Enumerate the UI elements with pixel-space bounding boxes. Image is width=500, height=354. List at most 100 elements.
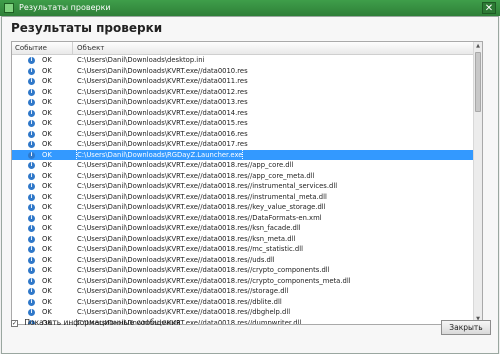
scan-results-window: Результаты проверки ✕ Результаты проверк… [0, 0, 500, 354]
table-row[interactable]: i OK C:\Users\Danil\Downloads\KVRT.exe//da… [12, 244, 474, 255]
row-object-path: C:\Users\Danil\Downloads\KVRT.exe//data0… [77, 308, 291, 316]
row-status: OK [42, 213, 52, 222]
row-object-path: C:\Users\Danil\Downloads\KVRT.exe//data0… [77, 108, 248, 117]
info-icon: i [28, 183, 35, 190]
table-row[interactable]: i OK C:\Users\Danil\Downloads\KVRT.exe//da… [12, 171, 474, 182]
table-row[interactable]: i OK C:\Users\Danil\Downloads\KVRT.exe//da… [12, 192, 474, 203]
row-status: OK [42, 182, 52, 190]
table-row[interactable]: i OK C:\Users\Danil\Downloads\KVRT.exe//da… [12, 223, 474, 234]
row-status: OK [42, 150, 52, 159]
row-status: OK [42, 255, 52, 264]
page-title: Результаты проверки [11, 21, 163, 35]
row-object-path: C:\Users\Danil\Downloads\KVRT.exe//data0… [77, 266, 330, 274]
info-icon: i [28, 309, 35, 316]
info-icon: i [28, 172, 35, 180]
column-header-event[interactable]: Событие [15, 42, 73, 54]
info-icon: i [28, 193, 35, 201]
table-row[interactable]: i OK C:\Users\Danil\Downloads\KVRT.exe//da… [12, 286, 474, 297]
table-row[interactable]: i OK C:\Users\Danil\Downloads\KVRT.exe//da… [12, 202, 474, 213]
row-object-path: C:\Users\Danil\Downloads\KVRT.exe//data0… [77, 213, 322, 222]
row-object-path: C:\Users\Danil\Downloads\KVRT.exe//data0… [77, 66, 248, 75]
results-list[interactable]: Событие Объект i OK C:\Users\Danil\Downloa… [11, 41, 483, 325]
info-icon: i [28, 246, 35, 253]
table-row[interactable]: i OK C:\Users\Danil\Downloads\KVRT.exe//da… [12, 139, 474, 150]
info-icon: i [28, 141, 35, 148]
row-status: OK [42, 129, 52, 138]
row-object-path: C:\Users\Danil\Downloads\KVRT.exe//data0… [77, 171, 315, 180]
table-row[interactable]: i OK C:\Users\Danil\Downloads\KVRT.exe//da… [12, 160, 474, 171]
info-icon: i [28, 120, 35, 127]
table-row[interactable]: i OK C:\Users\Danil\Downloads\KVRT.exe//da… [12, 76, 474, 87]
table-row[interactable]: i OK C:\Users\Danil\Downloads\KVRT.exe//da… [12, 181, 474, 192]
scroll-thumb[interactable] [475, 52, 481, 112]
show-info-messages-option[interactable]: ✓ Показать информационные сообщения [11, 318, 180, 327]
info-icon: i [28, 162, 35, 169]
row-status: OK [42, 161, 52, 169]
row-status: OK [42, 287, 52, 295]
info-icon: i [28, 99, 35, 106]
table-row[interactable]: i OK C:\Users\Danil\Downloads\KVRT.exe//da… [12, 213, 474, 224]
row-status: OK [42, 245, 52, 253]
row-object-path: C:\Users\Danil\Downloads\KVRT.exe//data0… [77, 287, 289, 295]
table-row[interactable]: i OK C:\Users\Danil\Downloads\KVRT.exe//da… [12, 108, 474, 119]
list-rows: i OK C:\Users\Danil\Downloads\desktop.ini i… [12, 55, 474, 324]
row-status: OK [42, 56, 52, 64]
row-object-path: C:\Users\Danil\Downloads\desktop.ini [77, 56, 205, 64]
table-row[interactable]: i OK C:\Users\Danil\Downloads\KVRT.exe//da… [12, 265, 474, 276]
info-icon: i [28, 67, 35, 75]
row-object-path: C:\Users\Danil\Downloads\KVRT.exe//data0… [77, 297, 282, 306]
row-object-path: C:\Users\Danil\Downloads\RGDayZ.Launcher… [75, 148, 244, 161]
table-row[interactable]: i OK C:\Users\Danil\Downloads\KVRT.exe//da… [12, 307, 474, 318]
window-close-button[interactable]: ✕ [482, 2, 496, 14]
info-icon: i [28, 88, 35, 96]
table-row[interactable]: i OK C:\Users\Danil\Downloads\KVRT.exe//da… [12, 297, 474, 308]
info-icon: i [28, 151, 35, 159]
row-object-path: C:\Users\Danil\Downloads\KVRT.exe//data0… [77, 77, 248, 85]
info-icon: i [28, 225, 35, 232]
row-object-path: C:\Users\Danil\Downloads\KVRT.exe//data0… [77, 255, 275, 264]
table-row[interactable]: i OK C:\Users\Danil\Downloads\KVRT.exe//da… [12, 129, 474, 140]
vertical-scrollbar[interactable]: ▲ ▼ [473, 42, 482, 324]
info-icon: i [28, 109, 35, 117]
row-object-path: C:\Users\Danil\Downloads\KVRT.exe//data0… [77, 87, 248, 96]
table-row[interactable]: i OK C:\Users\Danil\Downloads\desktop.ini [12, 55, 474, 66]
table-row[interactable]: i OK C:\Users\Danil\Downloads\KVRT.exe//da… [12, 118, 474, 129]
row-status: OK [42, 77, 52, 85]
row-status: OK [42, 108, 52, 117]
row-object-path: C:\Users\Danil\Downloads\KVRT.exe//data0… [77, 129, 248, 138]
table-row[interactable]: i OK C:\Users\Danil\Downloads\KVRT.exe//da… [12, 276, 474, 287]
content-area: Результаты проверки Событие Объект i OK C:… [1, 16, 499, 354]
row-status: OK [42, 266, 52, 274]
table-row[interactable]: i OK C:\Users\Danil\Downloads\KVRT.exe//da… [12, 234, 474, 245]
row-status: OK [42, 224, 52, 232]
row-status: OK [42, 203, 52, 211]
info-icon: i [28, 288, 35, 295]
row-status: OK [42, 98, 52, 106]
row-status: OK [42, 66, 52, 75]
table-row[interactable]: i OK C:\Users\Danil\Downloads\KVRT.exe//da… [12, 255, 474, 266]
table-row[interactable]: i OK C:\Users\Danil\Downloads\KVRT.exe//da… [12, 97, 474, 108]
row-status: OK [42, 119, 52, 127]
row-object-path: C:\Users\Danil\Downloads\KVRT.exe//data0… [77, 192, 327, 201]
info-icon: i [28, 78, 35, 85]
row-object-path: C:\Users\Danil\Downloads\KVRT.exe//data0… [77, 203, 326, 211]
row-object-path: C:\Users\Danil\Downloads\KVRT.exe//data0… [77, 98, 248, 106]
info-icon: i [28, 235, 35, 243]
column-header-object[interactable]: Объект [74, 42, 474, 54]
table-row[interactable]: i OK C:\Users\Danil\Downloads\RGDayZ.Launc… [12, 148, 474, 161]
row-object-path: C:\Users\Danil\Downloads\KVRT.exe//data0… [77, 140, 248, 148]
title-bar: Результаты проверки ✕ [0, 0, 500, 16]
info-icon: i [28, 298, 35, 306]
info-icon: i [28, 204, 35, 211]
show-info-messages-checkbox[interactable]: ✓ [11, 319, 18, 327]
row-object-path: C:\Users\Danil\Downloads\KVRT.exe//data0… [77, 161, 294, 169]
scroll-up-icon[interactable]: ▲ [474, 42, 482, 51]
list-header: Событие Объект [12, 42, 474, 55]
table-row[interactable]: i OK C:\Users\Danil\Downloads\KVRT.exe//da… [12, 87, 474, 98]
table-row[interactable]: i OK C:\Users\Danil\Downloads\KVRT.exe//da… [12, 66, 474, 77]
row-object-path: C:\Users\Danil\Downloads\KVRT.exe//data0… [77, 245, 303, 253]
row-status: OK [42, 87, 52, 96]
close-button[interactable]: Закрыть [441, 320, 491, 335]
app-icon [4, 3, 14, 13]
info-icon: i [28, 256, 35, 264]
